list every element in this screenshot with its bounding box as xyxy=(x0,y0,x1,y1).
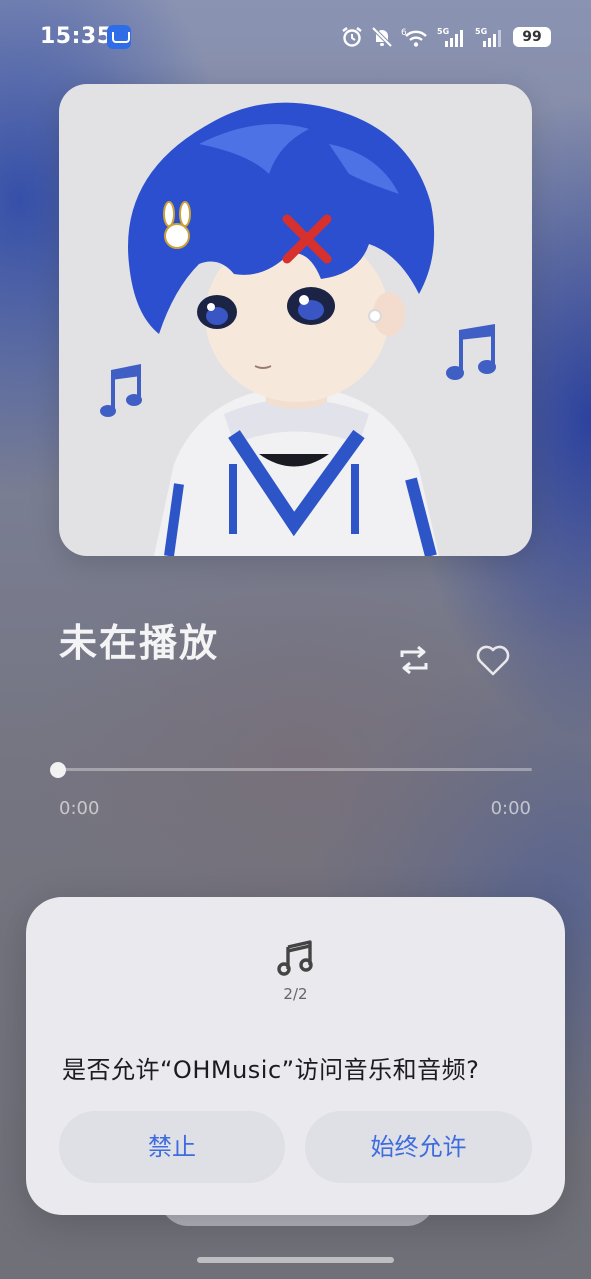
wifi-icon: 6 xyxy=(401,28,427,47)
repeat-button[interactable] xyxy=(394,640,434,680)
permission-dialog: 2/2 是否允许“OHMusic”访问音乐和音频? 禁止 始终允许 xyxy=(26,897,565,1215)
status-icons: 6 5G 5G 99 xyxy=(341,26,551,48)
repeat-icon xyxy=(400,645,428,675)
battery-indicator: 99 xyxy=(513,27,551,47)
heart-icon xyxy=(476,645,510,676)
album-artwork xyxy=(59,84,532,556)
like-button[interactable] xyxy=(472,640,514,682)
signal-5g-icon-1: 5G xyxy=(437,27,463,47)
status-bar: 15:35 6 5G 5G 99 xyxy=(0,0,591,76)
signal-5g-icon-2: 5G xyxy=(475,27,501,47)
music-note-right-decoration xyxy=(446,324,496,380)
home-indicator[interactable] xyxy=(197,1257,394,1263)
progress-knob[interactable] xyxy=(50,762,66,778)
svg-text:5G: 5G xyxy=(475,27,487,36)
mute-bell-icon xyxy=(371,26,393,48)
track-title: 未在播放 xyxy=(59,621,220,665)
dialog-message: 是否允许“OHMusic”访问音乐和音频? xyxy=(62,1056,480,1084)
app-market-icon xyxy=(107,25,131,49)
svg-text:6: 6 xyxy=(401,28,407,38)
music-note-left-decoration xyxy=(100,364,142,417)
dialog-counter: 2/2 xyxy=(283,985,308,1003)
deny-button[interactable]: 禁止 xyxy=(59,1111,285,1183)
total-time: 0:00 xyxy=(490,798,531,819)
progress-track[interactable] xyxy=(59,768,532,771)
status-time: 15:35 xyxy=(40,24,113,49)
svg-text:5G: 5G xyxy=(437,27,449,36)
music-note-icon xyxy=(276,937,316,977)
current-time: 0:00 xyxy=(59,798,100,819)
alarm-icon xyxy=(342,27,362,47)
always-allow-button[interactable]: 始终允许 xyxy=(305,1111,532,1183)
